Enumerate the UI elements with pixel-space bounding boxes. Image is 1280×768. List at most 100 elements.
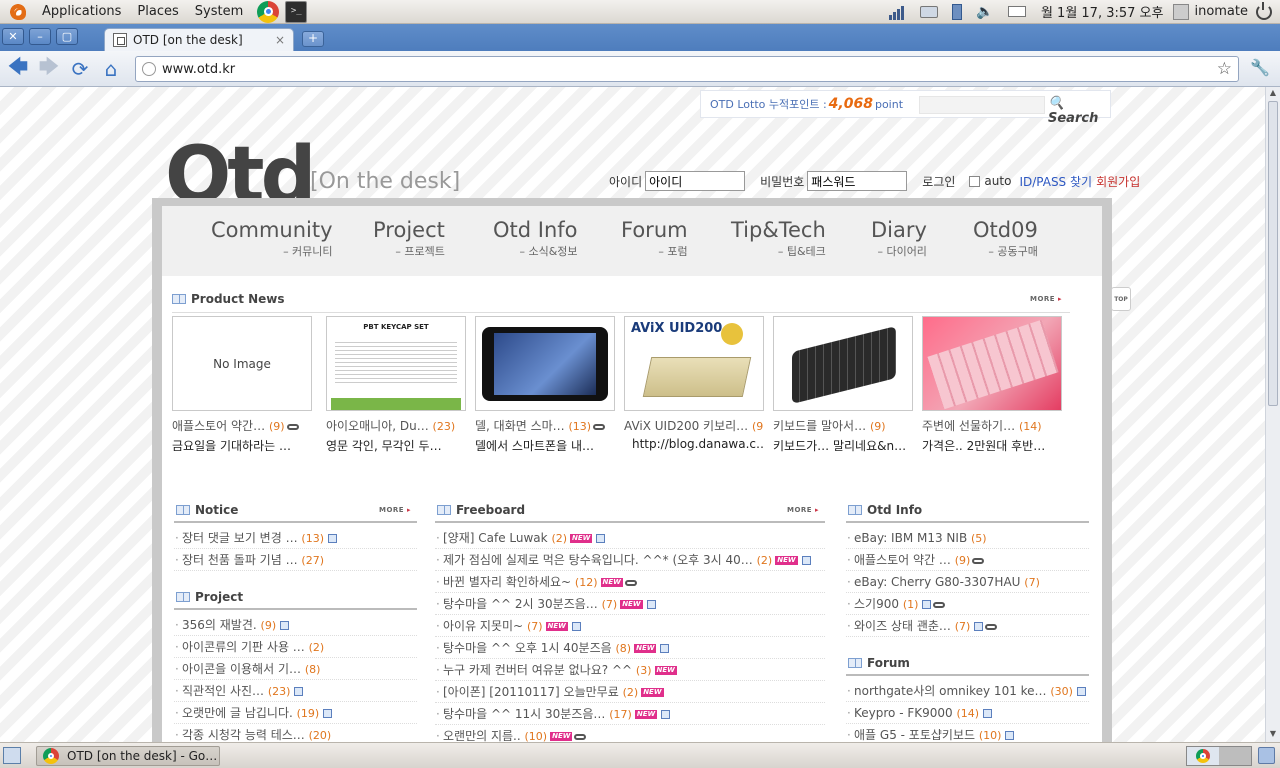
window-close-icon[interactable]: ✕ bbox=[2, 28, 24, 45]
product-thumbnail[interactable] bbox=[922, 316, 1062, 411]
list-item[interactable]: 애플스토어 약간 … (9) bbox=[846, 549, 1089, 571]
taskbar-window-button[interactable]: OTD [on the desk] - Go… bbox=[36, 746, 220, 766]
list-item[interactable]: 아이유 지못미~ (7)NEW bbox=[435, 615, 825, 637]
terminal-launcher-icon[interactable]: >_ bbox=[285, 0, 308, 23]
nav-diary[interactable]: Diary – 다이어리 bbox=[871, 218, 927, 259]
workspace-1[interactable] bbox=[1187, 747, 1219, 765]
network-signal-icon[interactable] bbox=[888, 4, 906, 20]
password-input[interactable] bbox=[807, 171, 908, 191]
list-item[interactable]: 아이콘류의 기판 사용 … (2) bbox=[174, 636, 417, 658]
site-search-input[interactable] bbox=[919, 96, 1045, 114]
list-item[interactable]: 직관적인 사진… (23) bbox=[174, 680, 417, 702]
otd-info-title[interactable]: Otd Info bbox=[848, 503, 922, 517]
list-item[interactable]: 탕수마을 ^^ 11시 30분즈음… (17)NEW bbox=[435, 703, 825, 725]
volume-icon[interactable]: 🔈 bbox=[976, 4, 994, 20]
product-news-more-link[interactable]: MORE bbox=[1030, 295, 1062, 303]
list-item[interactable]: 애플 G5 - 포토샵키보드 (10) bbox=[846, 724, 1089, 742]
product-thumbnail[interactable] bbox=[773, 316, 913, 411]
list-item[interactable]: 누구 카제 컨버터 여유분 없나요? ^^ (3)NEW bbox=[435, 659, 825, 681]
nav-forum[interactable]: Forum – 포럼 bbox=[621, 218, 688, 259]
scroll-down-arrow-icon[interactable]: ▼ bbox=[1268, 729, 1278, 741]
browser-tab[interactable]: OTD [on the desk] × bbox=[104, 28, 294, 51]
notice-more-link[interactable]: MORE bbox=[379, 506, 411, 514]
product-item[interactable]: 키보드를 말아서… (9) 키보드가… 말리네요&n… bbox=[773, 316, 913, 454]
system-menu[interactable]: System bbox=[187, 4, 251, 19]
nav-otd-info[interactable]: Otd Info – 소식&정보 bbox=[493, 218, 578, 259]
product-item[interactable]: 델, 대화면 스마… (13) 델에서 스마트폰을 내… bbox=[475, 316, 615, 454]
product-thumbnail[interactable] bbox=[475, 316, 615, 411]
new-tab-button[interactable]: + bbox=[302, 31, 324, 47]
window-restore-icon[interactable]: ▢ bbox=[56, 28, 78, 45]
tab-close-icon[interactable]: × bbox=[275, 33, 285, 47]
show-desktop-icon[interactable] bbox=[3, 747, 21, 764]
applications-menu[interactable]: Applications bbox=[34, 4, 129, 19]
list-item[interactable]: eBay: IBM M13 NIB (5) bbox=[846, 527, 1089, 549]
login-button[interactable]: 로그인 bbox=[922, 173, 955, 190]
product-item[interactable]: 주변에 선물하기… (14) 가격은.. 2만원대 후반… bbox=[922, 316, 1062, 454]
notice-title[interactable]: Notice bbox=[176, 503, 238, 517]
project-title[interactable]: Project bbox=[176, 590, 243, 604]
list-item[interactable]: 356의 재발견. (9) bbox=[174, 614, 417, 636]
list-item[interactable]: 아이콘을 이용해서 기… (8) bbox=[174, 658, 417, 680]
list-item[interactable]: 와이즈 상태 괜춘… (7) bbox=[846, 615, 1089, 637]
back-icon[interactable]: 🡄 bbox=[5, 54, 31, 82]
signup-link[interactable]: 회원가입 bbox=[1096, 173, 1140, 190]
workspace-2[interactable] bbox=[1219, 747, 1251, 765]
nav-tip-tech[interactable]: Tip&Tech – 팁&테크 bbox=[731, 218, 826, 259]
trash-icon[interactable] bbox=[1258, 747, 1275, 764]
list-item[interactable]: 스기900 (1) bbox=[846, 593, 1089, 615]
clock[interactable]: 월 1월 17, 3:57 오후 bbox=[1041, 2, 1164, 21]
page-info-icon[interactable] bbox=[142, 62, 156, 76]
list-item[interactable]: 장터 댓글 보기 변경 … (13) bbox=[174, 527, 417, 549]
list-item[interactable]: 각종 시청각 능력 테스… (20) bbox=[174, 724, 417, 742]
list-item[interactable]: 제가 점심에 실제로 먹은 탕수육입니다. ^^* (오후 3시 40… (2)… bbox=[435, 549, 825, 571]
places-menu[interactable]: Places bbox=[129, 4, 186, 19]
list-item[interactable]: eBay: Cherry G80-3307HAU (7) bbox=[846, 571, 1089, 593]
id-input[interactable] bbox=[645, 171, 746, 191]
nav-community[interactable]: Community – 커뮤니티 bbox=[211, 218, 333, 259]
site-logo[interactable]: Otd bbox=[165, 127, 312, 202]
reload-icon[interactable]: ⟳ bbox=[67, 56, 93, 82]
list-item[interactable]: 장터 천품 돌파 기념 … (27) bbox=[174, 549, 417, 571]
mail-icon[interactable] bbox=[1007, 6, 1026, 17]
scroll-to-top-button[interactable]: TOP bbox=[1111, 287, 1131, 311]
product-item[interactable]: No Image 애플스토어 약간… (9) 금요일을 기대하라는 … bbox=[172, 316, 312, 454]
list-item[interactable]: northgate사의 omnikey 101 ke… (30) bbox=[846, 680, 1089, 702]
page-scrollbar[interactable]: ▲ ▼ bbox=[1265, 87, 1280, 742]
list-item[interactable]: 탕수마을 ^^ 2시 30분즈음… (7)NEW bbox=[435, 593, 825, 615]
user-menu[interactable]: inomate bbox=[1173, 3, 1248, 20]
wrench-menu-icon[interactable]: 🔧 bbox=[1250, 58, 1270, 77]
scrollbar-thumb[interactable] bbox=[1268, 101, 1278, 406]
product-news-title[interactable]: Product News bbox=[172, 292, 285, 306]
forum-title[interactable]: Forum bbox=[848, 656, 910, 670]
url-text[interactable]: www.otd.kr bbox=[162, 62, 235, 77]
product-item[interactable]: AViX UID200 AViX UID200 키보리… (9) http://… bbox=[624, 316, 764, 451]
product-thumbnail[interactable]: AViX UID200 bbox=[624, 316, 764, 411]
freeboard-title[interactable]: Freeboard bbox=[437, 503, 525, 517]
auto-login-checkbox[interactable] bbox=[969, 175, 981, 187]
workspace-switcher[interactable] bbox=[1186, 746, 1252, 766]
network-manager-icon[interactable] bbox=[919, 5, 938, 18]
home-icon[interactable]: ⌂ bbox=[98, 56, 124, 82]
list-item[interactable]: 탕수마을 ^^ 오후 1시 40분즈음 (8)NEW bbox=[435, 637, 825, 659]
freeboard-more-link[interactable]: MORE bbox=[787, 506, 819, 514]
battery-icon[interactable] bbox=[951, 3, 962, 20]
list-item[interactable]: [아이폰] [20110117] 오늘만무료 (2)NEW bbox=[435, 681, 825, 703]
bookmark-star-icon[interactable]: ☆ bbox=[1217, 59, 1232, 79]
list-item[interactable]: 오랫만에 글 남깁니다. (19) bbox=[174, 702, 417, 724]
product-thumbnail[interactable]: PBT KEYCAP SET bbox=[326, 316, 466, 411]
nav-otd09[interactable]: Otd09– 공동구매 bbox=[973, 218, 1038, 259]
nav-project[interactable]: Project – 프로젝트 bbox=[373, 218, 445, 259]
product-thumbnail[interactable]: No Image bbox=[172, 316, 312, 411]
site-search-button[interactable]: 🔍 Search bbox=[1048, 96, 1110, 126]
forward-icon[interactable]: 🡆 bbox=[36, 54, 62, 82]
ubuntu-logo-icon[interactable] bbox=[8, 1, 28, 22]
list-item[interactable]: 바뀐 별자리 확인하세요~ (12)NEW bbox=[435, 571, 825, 593]
power-icon[interactable] bbox=[1256, 1, 1272, 20]
address-bar[interactable]: www.otd.kr ☆ bbox=[135, 56, 1239, 82]
product-item[interactable]: PBT KEYCAP SET 아이오매니아, Du… (23) 영문 각인, 무… bbox=[326, 316, 466, 454]
list-item[interactable]: 오랜만의 지름.. (10)NEW bbox=[435, 725, 825, 742]
list-item[interactable]: [양재] Cafe Luwak (2)NEW bbox=[435, 527, 825, 549]
chrome-launcher-icon[interactable] bbox=[257, 0, 280, 23]
window-minimize-icon[interactable]: – bbox=[29, 28, 51, 45]
